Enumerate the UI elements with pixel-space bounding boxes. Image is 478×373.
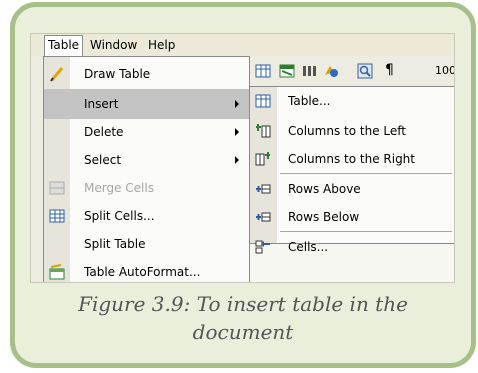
word-screenshot: Table Window Help ¶ 100 Draw Table Inser… xyxy=(30,33,455,283)
submenu-item-columns-left[interactable]: Columns to the Left xyxy=(250,117,454,145)
menu-item-label: Insert xyxy=(84,97,119,111)
submenu-item-label: Table... xyxy=(288,94,331,108)
menu-item-merge-cells: Merge Cells xyxy=(44,173,249,203)
submenu-arrow-icon xyxy=(235,156,239,164)
split-cells-icon xyxy=(49,209,65,223)
submenu-arrow-icon xyxy=(235,128,239,136)
menu-item-draw-table[interactable]: Draw Table xyxy=(44,59,249,89)
menu-item-split-cells[interactable]: Split Cells... xyxy=(44,201,249,231)
drawing-icon[interactable] xyxy=(323,63,339,79)
menu-item-label: Table AutoFormat... xyxy=(84,265,201,279)
submenu-item-label: Rows Above xyxy=(288,182,361,196)
menu-item-label: Split Table xyxy=(84,237,146,251)
zoom-box[interactable]: 100 xyxy=(435,64,454,77)
menu-item-label: Merge Cells xyxy=(84,181,154,195)
table-menu: Draw Table Insert Delete Select Merge Ce… xyxy=(43,56,250,282)
menu-window[interactable]: Window xyxy=(87,37,140,54)
submenu-separator xyxy=(280,231,452,232)
menu-item-split-table[interactable]: Split Table xyxy=(44,229,249,259)
submenu-item-cells[interactable]: Cells... xyxy=(250,233,454,261)
menu-item-table-autoformat[interactable]: Table AutoFormat... xyxy=(44,257,249,282)
menu-table[interactable]: Table xyxy=(44,35,84,56)
insert-submenu: Table... Columns to the Left Columns to … xyxy=(249,86,454,254)
autoformat-icon xyxy=(49,264,65,280)
insert-excel-icon[interactable] xyxy=(279,63,295,79)
menu-item-label: Draw Table xyxy=(84,67,151,81)
document-map-icon[interactable] xyxy=(357,63,373,79)
figure-caption: Figure 3.9: To insert table in the docum… xyxy=(20,290,466,346)
show-formatting-icon[interactable]: ¶ xyxy=(385,62,401,78)
menu-item-label: Select xyxy=(84,153,122,167)
submenu-separator xyxy=(280,173,452,174)
submenu-item-rows-below[interactable]: Rows Below xyxy=(250,203,454,231)
rows-above-icon xyxy=(256,184,271,194)
columns-left-icon xyxy=(256,124,271,138)
menu-help[interactable]: Help xyxy=(145,37,178,54)
submenu-item-label: Cells... xyxy=(288,240,329,254)
menu-item-delete[interactable]: Delete xyxy=(44,117,249,147)
menu-item-insert[interactable]: Insert xyxy=(44,89,249,119)
merge-cells-icon xyxy=(49,181,65,195)
pencil-icon xyxy=(50,67,64,82)
caption-line-1: Figure 3.9: To insert table in the xyxy=(78,292,408,316)
columns-icon[interactable] xyxy=(301,63,317,79)
insert-table-icon[interactable] xyxy=(255,63,271,79)
submenu-item-label: Columns to the Left xyxy=(288,124,406,138)
caption-line-2: document xyxy=(192,320,294,344)
submenu-item-columns-right[interactable]: Columns to the Right xyxy=(250,145,454,173)
columns-right-icon xyxy=(255,152,270,166)
menu-item-label: Delete xyxy=(84,125,124,139)
menu-item-select[interactable]: Select xyxy=(44,145,249,175)
submenu-item-label: Rows Below xyxy=(288,210,360,224)
menu-item-label: Split Cells... xyxy=(84,209,155,223)
submenu-item-table[interactable]: Table... xyxy=(250,87,454,115)
submenu-arrow-icon xyxy=(235,100,239,108)
table-icon xyxy=(255,94,271,108)
menu-bar: Table Window Help xyxy=(31,34,454,56)
rows-below-icon xyxy=(256,212,271,222)
toolbar: ¶ 100 xyxy=(249,56,454,86)
submenu-item-rows-above[interactable]: Rows Above xyxy=(250,175,454,203)
submenu-item-label: Columns to the Right xyxy=(288,152,415,166)
cells-icon xyxy=(255,240,270,254)
